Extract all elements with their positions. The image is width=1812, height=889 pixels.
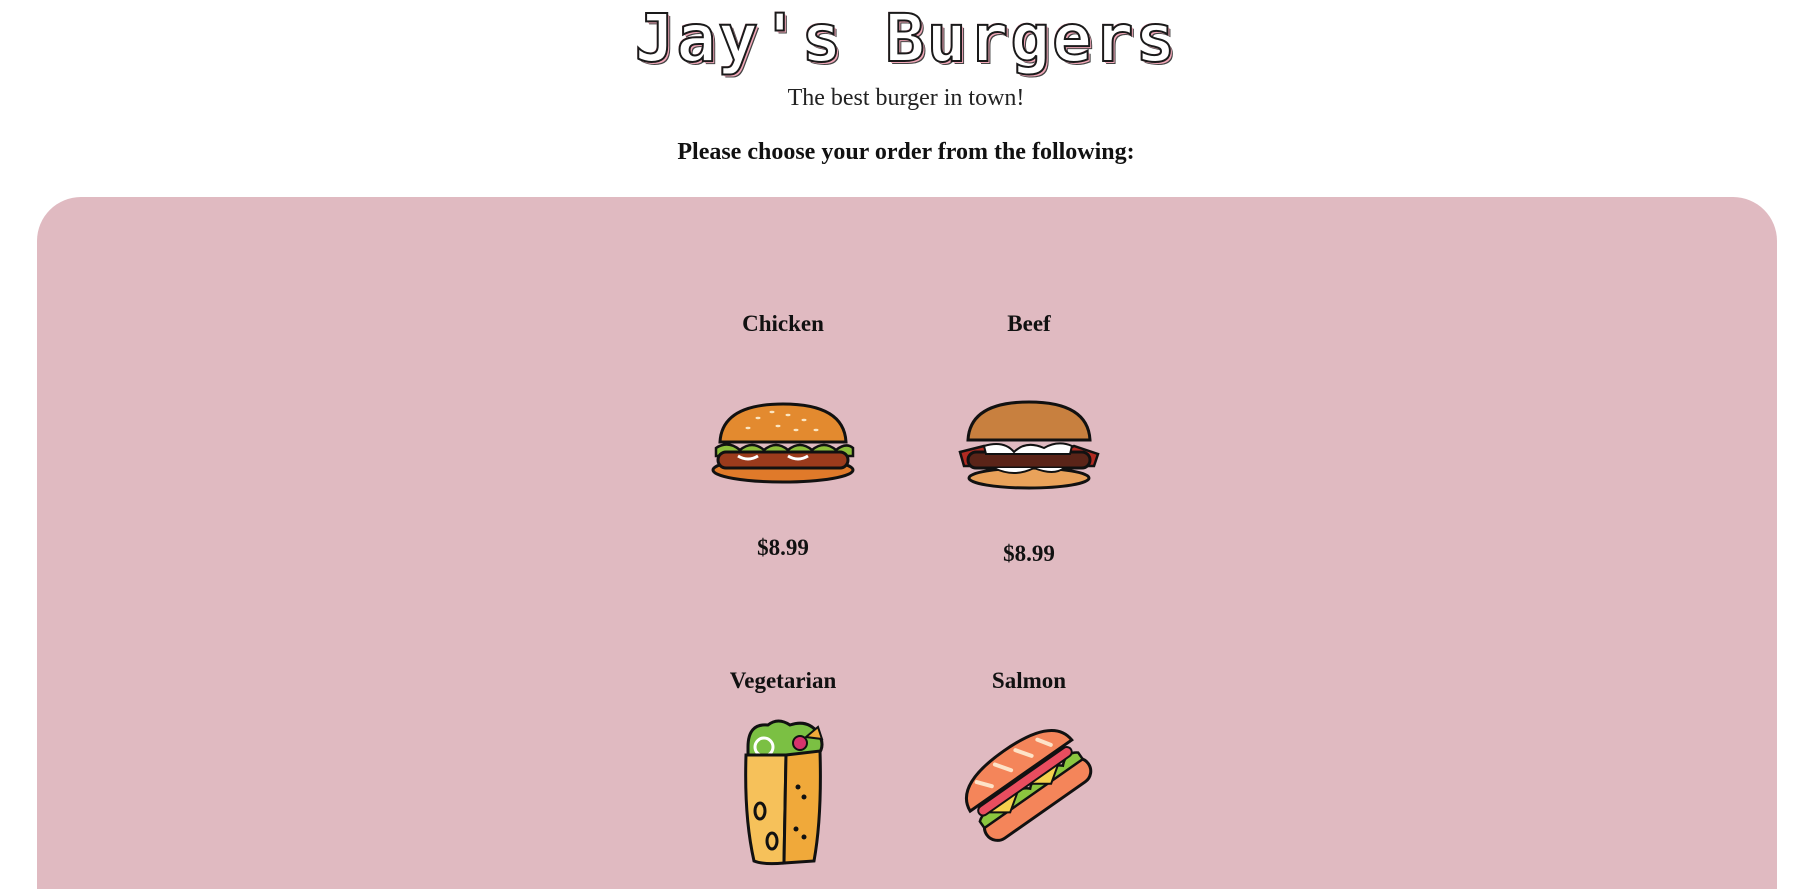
menu-item-price: $8.99 — [1003, 541, 1055, 566]
menu-item-name: Salmon — [991, 668, 1067, 693]
menu-panel: Chicken $8.99 Beef $8.99 Vegetarian Salm… — [37, 197, 1777, 889]
menu-item-name: Vegetarian — [729, 668, 837, 693]
menu-item-name: Beef — [1007, 311, 1051, 336]
menu-item-beef[interactable]: Beef $8.99 — [919, 310, 1139, 568]
tagline: The best burger in town! — [787, 85, 1025, 111]
chicken-burger-icon[interactable] — [708, 400, 858, 484]
menu-item-price: $8.99 — [757, 535, 809, 560]
salmon-sandwich-icon[interactable] — [959, 717, 1099, 857]
vegetarian-wrap-icon[interactable] — [738, 717, 828, 867]
menu-item-name: Chicken — [742, 311, 824, 336]
beef-burger-icon[interactable] — [954, 400, 1104, 490]
order-instructions: Please choose your order from the follow… — [677, 139, 1135, 165]
menu-item-vegetarian[interactable]: Vegetarian — [673, 667, 893, 867]
menu-item-salmon[interactable]: Salmon — [919, 667, 1139, 857]
menu-item-chicken[interactable]: Chicken $8.99 — [673, 310, 893, 562]
site-title: Jay's Burgers — [634, 0, 1178, 78]
